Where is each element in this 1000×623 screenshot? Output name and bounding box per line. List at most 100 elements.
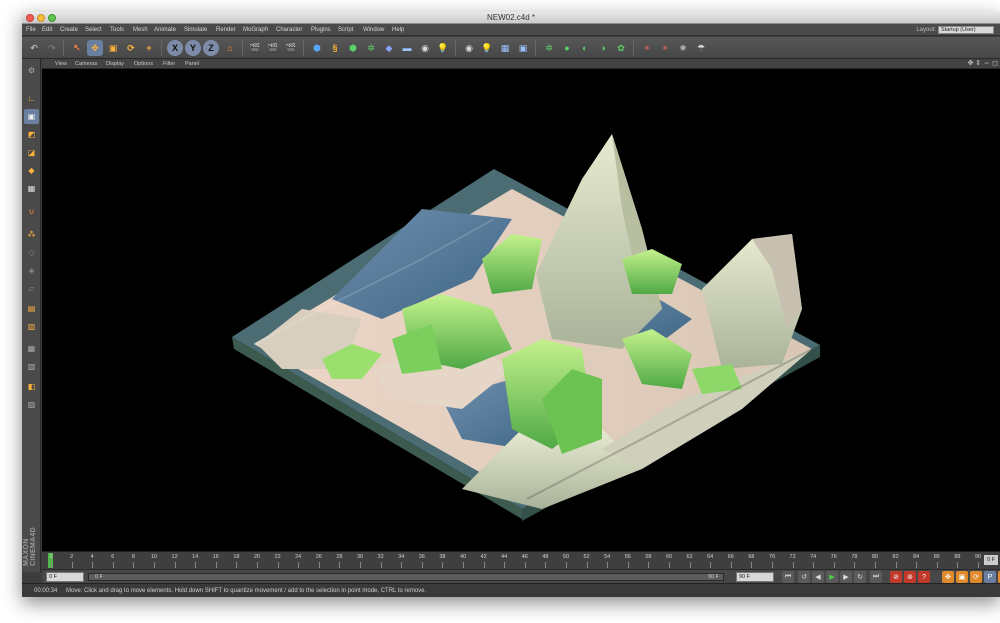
x-axis-button[interactable]: X bbox=[167, 40, 183, 56]
menu-file[interactable]: File bbox=[26, 24, 36, 36]
background-object-icon[interactable]: ▣ bbox=[515, 40, 531, 56]
layout-select[interactable]: Startup (User) bbox=[938, 26, 994, 34]
viewport-menu-filter[interactable]: Filter bbox=[163, 59, 175, 69]
character-ik-icon[interactable]: ✶ bbox=[657, 40, 673, 56]
menu-script[interactable]: Script bbox=[338, 24, 353, 36]
object-mode-icon[interactable]: ◆ bbox=[24, 163, 39, 178]
display-filter-icon[interactable]: ◉ bbox=[461, 40, 477, 56]
menu-character[interactable]: Character bbox=[276, 24, 302, 36]
record-active-objects-button[interactable]: ⊘ bbox=[890, 571, 902, 583]
viewport-menu-view[interactable]: View bbox=[55, 59, 67, 69]
mograph-text-icon[interactable]: ◑ bbox=[595, 40, 611, 56]
viewport-menu-options[interactable]: Options bbox=[134, 59, 153, 69]
light-object-icon[interactable]: 💡 bbox=[435, 40, 451, 56]
spline-pen-icon[interactable]: § bbox=[327, 40, 343, 56]
animation-mode-icon[interactable]: ▦ bbox=[24, 181, 39, 196]
menu-mesh[interactable]: Mesh bbox=[133, 24, 148, 36]
record-position-button[interactable]: ✥ bbox=[942, 571, 954, 583]
scale-tool-button[interactable]: ▣ bbox=[105, 40, 121, 56]
character-joint-icon[interactable]: ✶ bbox=[639, 40, 655, 56]
uv-polygons-mode-icon[interactable]: ▤ bbox=[24, 301, 39, 316]
mograph-fracture-icon[interactable]: ● bbox=[559, 40, 575, 56]
rotate-tool-button[interactable]: ⟳ bbox=[123, 40, 139, 56]
menu-tools[interactable]: Tools bbox=[110, 24, 124, 36]
timeline-tick-mark bbox=[360, 562, 361, 568]
workplane-mode-icon[interactable]: ◪ bbox=[24, 145, 39, 160]
solo-mode-icon[interactable]: ▨ bbox=[24, 397, 39, 412]
menu-create[interactable]: Create bbox=[60, 24, 78, 36]
record-parameter-button[interactable]: P bbox=[984, 571, 996, 583]
array-generator-icon[interactable]: ✲ bbox=[363, 40, 379, 56]
record-scale-button[interactable]: ▣ bbox=[956, 571, 968, 583]
autokeying-button[interactable]: ⊚ bbox=[904, 571, 916, 583]
mograph-tracer-icon[interactable]: ✿ bbox=[613, 40, 629, 56]
redo-button[interactable]: ↷ bbox=[44, 40, 60, 56]
end-frame-field[interactable]: 0 F bbox=[984, 555, 998, 565]
menu-select[interactable]: Select bbox=[85, 24, 102, 36]
mograph-matrix-icon[interactable]: ◐ bbox=[577, 40, 593, 56]
camera-object-icon[interactable]: ◉ bbox=[417, 40, 433, 56]
mograph-cloner-icon[interactable]: ✲ bbox=[541, 40, 557, 56]
next-frame-button[interactable]: ▶ bbox=[840, 571, 852, 583]
play-button[interactable]: ▶ bbox=[826, 571, 838, 583]
points-mode-icon[interactable]: ⁂ bbox=[24, 227, 39, 242]
snap-magnet-icon[interactable]: ∪ bbox=[24, 204, 39, 219]
max-frame-field[interactable]: 90 F bbox=[736, 572, 774, 582]
scene-settings-icon[interactable]: ☂ bbox=[693, 40, 709, 56]
axis-mode-icon[interactable]: ∟ bbox=[24, 91, 39, 106]
grid-icon[interactable]: ▦ bbox=[24, 341, 39, 356]
menu-render[interactable]: Render bbox=[216, 24, 236, 36]
make-editable-icon[interactable]: ⚙ bbox=[24, 63, 39, 78]
menu-mograph[interactable]: MoGraph bbox=[243, 24, 268, 36]
sky-object-icon[interactable]: ▦ bbox=[497, 40, 513, 56]
polygons-mode-icon[interactable]: ◈ bbox=[24, 263, 39, 278]
menu-window[interactable]: Window bbox=[363, 24, 384, 36]
z-axis-button[interactable]: Z bbox=[203, 40, 219, 56]
viewport-menu-panel[interactable]: Panel bbox=[185, 59, 199, 69]
timeline-ruler[interactable]: 0 F 0 2 4 6 8 10 12 14 16 18 20 22 24 26 28 30 32 34 36 38 4… bbox=[42, 551, 1000, 569]
undo-button[interactable]: ↶ bbox=[26, 40, 42, 56]
menu-help[interactable]: Help bbox=[392, 24, 404, 36]
render-settings-icon[interactable]: 🎬 bbox=[283, 40, 299, 56]
render-picture-viewer-icon[interactable]: 🎬 bbox=[265, 40, 281, 56]
menu-simulate[interactable]: Simulate bbox=[184, 24, 207, 36]
tweak-mode-icon[interactable]: ◧ bbox=[24, 379, 39, 394]
model-mode-icon[interactable]: ▣ bbox=[24, 109, 39, 124]
lamp-icon[interactable]: 💡 bbox=[479, 40, 495, 56]
edges-mode-icon[interactable]: ◇ bbox=[24, 245, 39, 260]
texture-mode-icon[interactable]: ◩ bbox=[24, 127, 39, 142]
go-to-start-button[interactable]: ⏮ bbox=[782, 571, 794, 583]
render-view-icon[interactable]: 🎬 bbox=[247, 40, 263, 56]
add-object-button[interactable]: + bbox=[141, 40, 157, 56]
timeline-tick-label: 86 bbox=[933, 554, 940, 560]
menu-plugins[interactable]: Plugins bbox=[311, 24, 331, 36]
previous-key-button[interactable]: ↺ bbox=[798, 571, 810, 583]
next-key-button[interactable]: ↻ bbox=[854, 571, 866, 583]
floor-object-icon[interactable]: ▬ bbox=[399, 40, 415, 56]
subdivision-surface-icon[interactable]: ⬢ bbox=[345, 40, 361, 56]
timeline-tick-mark bbox=[524, 562, 526, 568]
perspective-viewport[interactable] bbox=[42, 69, 1000, 551]
live-selection-button[interactable]: ↖ bbox=[69, 40, 85, 56]
lock-workplane-icon[interactable]: ▧ bbox=[24, 359, 39, 374]
uv-points-mode-icon[interactable]: ▱ bbox=[24, 281, 39, 296]
viewport-menu-cameras[interactable]: Cameras bbox=[75, 59, 97, 69]
deformer-icon[interactable]: ◆ bbox=[381, 40, 397, 56]
y-axis-button[interactable]: Y bbox=[185, 40, 201, 56]
record-rotation-button[interactable]: ⟳ bbox=[970, 571, 982, 583]
viewport-navigation-icon[interactable]: ✥ ⇕ ⇔ ◻ bbox=[968, 59, 998, 69]
go-to-end-button[interactable]: ⏭ bbox=[870, 571, 882, 583]
menu-edit[interactable]: Edit bbox=[42, 24, 52, 36]
frame-range-slider[interactable]: 0 F 90 F bbox=[88, 573, 724, 581]
current-frame-field[interactable]: 0 F bbox=[46, 572, 84, 582]
character-weight-icon[interactable]: ✹ bbox=[675, 40, 691, 56]
menu-animate[interactable]: Animate bbox=[154, 24, 176, 36]
timeline-tick-mark bbox=[257, 562, 258, 568]
previous-frame-button[interactable]: ◀ bbox=[812, 571, 824, 583]
texture-axis-icon[interactable]: ▥ bbox=[24, 319, 39, 334]
keyframe-selection-button[interactable]: ? bbox=[918, 571, 930, 583]
move-tool-button[interactable]: ✥ bbox=[87, 40, 103, 56]
coordinate-system-button[interactable]: ⌂ bbox=[222, 40, 238, 56]
cube-object-icon[interactable]: ⬢ bbox=[309, 40, 325, 56]
viewport-menu-display[interactable]: Display bbox=[106, 59, 124, 69]
